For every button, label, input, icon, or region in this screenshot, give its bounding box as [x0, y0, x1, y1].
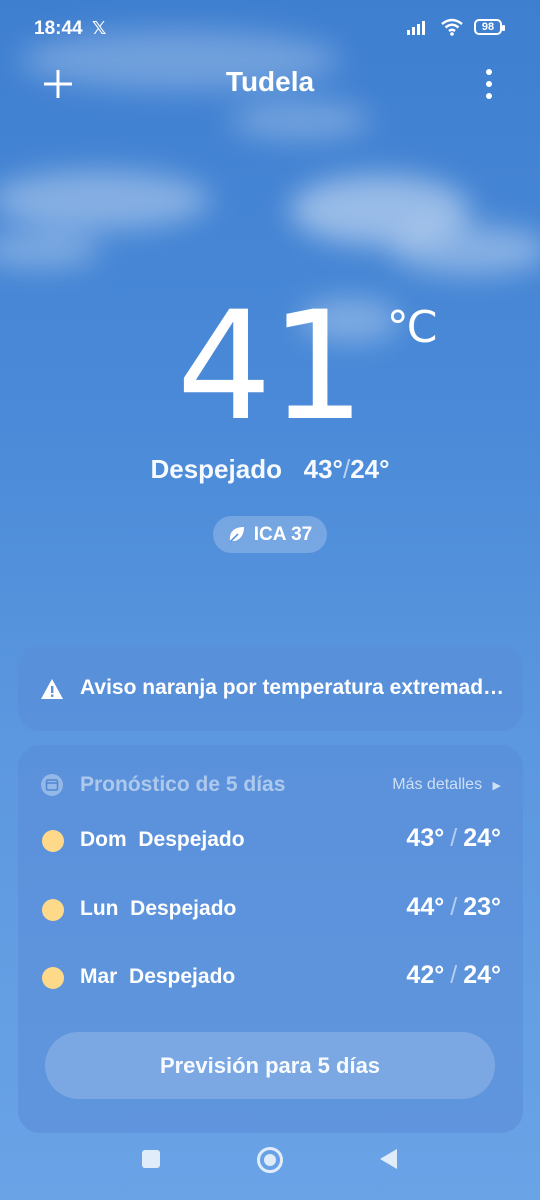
day-condition: Despejado	[130, 897, 237, 920]
temp-separator: /	[450, 961, 458, 989]
day-low: 24°	[463, 961, 501, 989]
more-details-link[interactable]: Más detalles ▶	[392, 776, 501, 794]
navigation-bar	[0, 1134, 540, 1200]
temp-separator: /	[450, 893, 458, 921]
dot	[486, 81, 492, 87]
battery-icon: 98	[474, 19, 505, 35]
signal-icon	[407, 21, 425, 35]
dot	[486, 69, 492, 75]
day-condition: Despejado	[138, 828, 245, 851]
status-time: 18:44 𝕏	[34, 18, 106, 40]
forecast-day: Mar Despejado	[80, 965, 235, 989]
five-day-forecast-button[interactable]: Previsión para 5 días	[45, 1032, 495, 1099]
status-bar: 18:44 𝕏 98	[0, 0, 540, 60]
battery-level: 98	[481, 21, 495, 33]
forecast-day: Dom Despejado	[80, 828, 245, 852]
day-temps: 42°/24°	[406, 961, 501, 990]
current-temperature-block: 41 °C	[0, 292, 540, 442]
back-button[interactable]	[380, 1149, 397, 1169]
more-options-button[interactable]	[474, 66, 504, 102]
day-condition: Despejado	[129, 965, 236, 988]
chevron-right-icon: ▶	[492, 780, 501, 792]
forecast-row[interactable]: Lun Despejado 44°/23°	[40, 889, 501, 929]
day-high: 42°	[406, 961, 445, 989]
temperature-unit: °C	[386, 302, 438, 353]
temp-separator: /	[450, 824, 458, 852]
current-temperature: 41 °C	[177, 292, 438, 442]
warning-icon	[41, 679, 63, 699]
status-icons: 98	[406, 18, 505, 36]
day-temps: 44°/23°	[406, 893, 501, 922]
day-high: 43°	[406, 824, 445, 852]
day-low: 23°	[463, 893, 501, 921]
day-name: Mar	[80, 965, 118, 988]
leaf-icon	[229, 526, 244, 543]
weather-alert-card[interactable]: Aviso naranja por temperatura extremad…	[18, 645, 523, 731]
low-temp: 24°	[350, 454, 390, 484]
alert-text: Aviso naranja por temperatura extremad…	[80, 676, 505, 699]
forecast-row[interactable]: Mar Despejado 42°/24°	[40, 957, 501, 997]
recent-apps-button[interactable]	[142, 1150, 160, 1168]
more-details-label: Más detalles	[392, 776, 483, 793]
high-temp: 43°	[303, 454, 343, 484]
aqi-label: ICA 37	[253, 523, 313, 545]
forecast-card: Pronóstico de 5 días Más detalles ▶ Dom …	[18, 745, 523, 1133]
aqi-badge[interactable]: ICA 37	[213, 516, 327, 553]
sunny-icon	[42, 830, 64, 852]
wifi-icon	[441, 18, 463, 36]
day-name: Lun	[80, 897, 119, 920]
forecast-row[interactable]: Dom Despejado 43°/24°	[40, 820, 501, 860]
home-button[interactable]	[257, 1147, 283, 1173]
header: Tudela	[0, 60, 540, 104]
sunny-icon	[42, 899, 64, 921]
day-temps: 43°/24°	[406, 824, 501, 853]
temperature-value: 41	[176, 280, 366, 454]
forecast-header: Pronóstico de 5 días Más detalles ▶	[40, 771, 501, 801]
calendar-icon	[41, 774, 63, 796]
day-low: 24°	[463, 824, 501, 852]
day-name: Dom	[80, 828, 127, 851]
dot	[486, 93, 492, 99]
condition-text: Despejado	[150, 454, 282, 484]
forecast-day: Lun Despejado	[80, 897, 236, 921]
forecast-title: Pronóstico de 5 días	[80, 773, 286, 796]
x-app-icon: 𝕏	[91, 18, 107, 38]
day-high: 44°	[406, 893, 445, 921]
city-title: Tudela	[225, 66, 315, 97]
sunny-icon	[42, 967, 64, 989]
time-text: 18:44	[34, 18, 83, 39]
condition-summary: Despejado 43°/24°	[0, 454, 540, 485]
